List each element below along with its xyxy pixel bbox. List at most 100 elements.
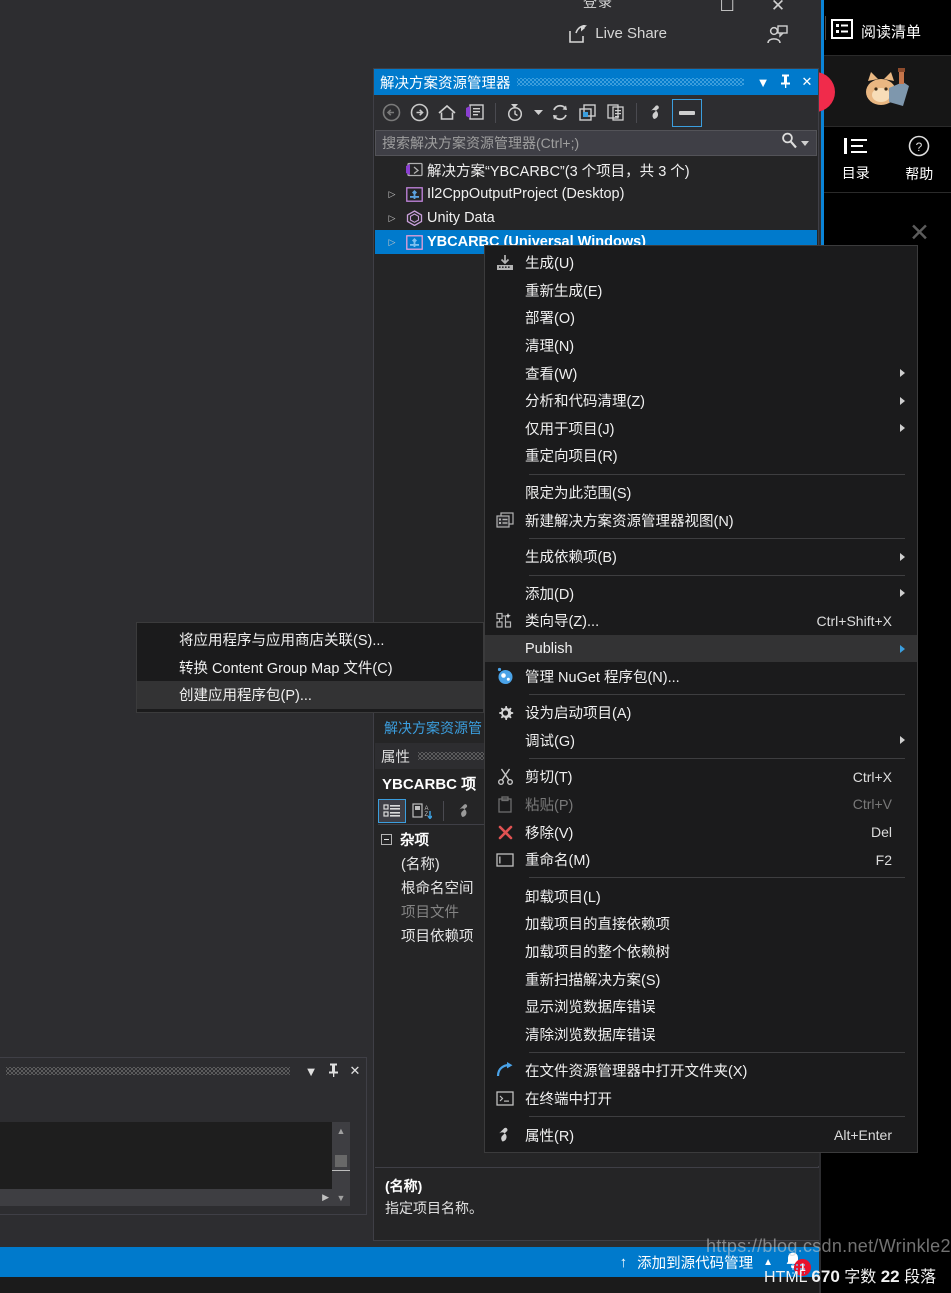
watermark-para-unit: 段落 xyxy=(904,1269,937,1286)
search-icon[interactable] xyxy=(781,132,798,154)
categorized-icon[interactable] xyxy=(378,798,406,823)
menu-item-rebuild[interactable]: 重新生成(E) xyxy=(485,277,917,305)
menu-item-rescan-solution[interactable]: 重新扫描解决方案(S) xyxy=(485,965,917,993)
menu-item-remove[interactable]: 移除(V) Del xyxy=(485,818,917,846)
menu-item-analyze[interactable]: 分析和代码清理(Z) xyxy=(485,387,917,415)
menu-item-set-as-startup-project[interactable]: 设为启动项目(A) xyxy=(485,699,917,727)
menu-item-shortcut: Ctrl+X xyxy=(852,768,892,785)
menu-item-label: 生成(U) xyxy=(525,256,575,273)
share-person-icon[interactable] xyxy=(765,24,789,46)
properties-wrench-icon[interactable] xyxy=(644,100,670,126)
menu-item-clear-browsing-db-errors[interactable]: 清除浏览数据库错误 xyxy=(485,1020,917,1048)
back-icon[interactable] xyxy=(378,100,404,126)
menu-item-shortcut: Ctrl+Shift+X xyxy=(816,612,892,629)
solution-icon[interactable] xyxy=(462,100,488,126)
close-icon[interactable]: ✕ xyxy=(909,218,930,248)
close-icon[interactable]: ✕ xyxy=(344,1063,366,1079)
scroll-right-icon[interactable]: ▶ xyxy=(322,1192,329,1203)
watermark-stats-prefix: HTML xyxy=(764,1269,807,1286)
menu-item-label: 重新扫描解决方案(S) xyxy=(525,972,661,989)
window-dropdown-icon[interactable]: ▼ xyxy=(752,75,774,90)
menu-item-label: 调试(G) xyxy=(525,733,575,750)
search-input[interactable]: 搜索解决方案资源管理器(Ctrl+;) xyxy=(375,130,817,156)
collapse-all-icon[interactable] xyxy=(575,100,601,126)
tree-row[interactable]: ▷ Il2CppOutputProject (Desktop) xyxy=(375,182,817,206)
pin-icon[interactable] xyxy=(322,1063,344,1080)
forward-icon[interactable] xyxy=(406,100,432,126)
window-dropdown-icon[interactable]: ▼ xyxy=(300,1064,322,1079)
alphabetical-sort-icon[interactable]: AZ xyxy=(408,799,436,823)
menu-item-add[interactable]: 添加(D) xyxy=(485,580,917,608)
scrollbar-thumb[interactable] xyxy=(335,1155,347,1167)
menu-item-build[interactable]: 生成(U) xyxy=(485,249,917,277)
reading-list-button[interactable]: 阅读清单 xyxy=(831,12,951,50)
avatar[interactable] xyxy=(824,56,951,126)
menu-item-manage-nuget[interactable]: 管理 NuGet 程序包(N)... xyxy=(485,662,917,690)
toolbar-separator-2 xyxy=(636,102,637,123)
menu-item-retarget[interactable]: 重定向项目(R) xyxy=(485,442,917,470)
tree-row-label: Unity Data xyxy=(427,210,495,226)
menu-item-view[interactable]: 查看(W) xyxy=(485,359,917,387)
login-label[interactable]: 登录 xyxy=(583,0,613,12)
upload-arrow-icon[interactable]: ↑ xyxy=(620,1254,628,1271)
menu-item-label: Publish xyxy=(525,640,573,657)
toc-button[interactable]: 目录 xyxy=(824,127,888,192)
tree-expander[interactable]: ▷ xyxy=(383,189,401,200)
menu-item-build-dependencies[interactable]: 生成依赖项(B) xyxy=(485,543,917,571)
menu-item-deploy[interactable]: 部署(O) xyxy=(485,304,917,332)
menu-item-scope-to-this[interactable]: 限定为此范围(S) xyxy=(485,479,917,507)
pending-changes-icon[interactable] xyxy=(503,100,529,126)
menu-separator xyxy=(529,758,905,760)
menu-item-debug[interactable]: 调试(G) xyxy=(485,727,917,755)
pin-icon[interactable] xyxy=(774,74,796,91)
property-pages-wrench-icon[interactable] xyxy=(451,799,479,823)
menu-item-properties[interactable]: 属性(R) Alt+Enter xyxy=(485,1121,917,1149)
help-button[interactable]: ? 帮助 xyxy=(888,127,951,192)
show-all-files-icon[interactable] xyxy=(603,100,629,126)
menu-item-clean[interactable]: 清理(N) xyxy=(485,332,917,360)
menu-item-paste[interactable]: 粘贴(P) Ctrl+V xyxy=(485,791,917,819)
menu-item-label: 显示浏览数据库错误 xyxy=(525,1000,656,1017)
menu-item-new-solution-explorer-view[interactable]: 新建解决方案资源管理器视图(N) xyxy=(485,506,917,534)
menu-item-shortcut: Del xyxy=(870,824,892,841)
menu-item-open-in-terminal[interactable]: 在终端中打开 xyxy=(485,1085,917,1113)
horizontal-scrollbar[interactable]: ▶ xyxy=(0,1189,332,1206)
menu-item-publish[interactable]: Publish xyxy=(485,634,917,663)
tree-expander[interactable]: ▷ xyxy=(383,237,401,248)
menu-item-label: 重命名(M) xyxy=(525,853,591,870)
close-icon[interactable]: ✕ xyxy=(755,0,801,16)
scroll-up-icon[interactable]: ▲ xyxy=(332,1122,350,1139)
menu-item-class-wizard[interactable]: 类向导(Z)... Ctrl+Shift+X xyxy=(485,607,917,635)
live-share-button[interactable]: Live Share xyxy=(568,23,667,43)
cpp-project-icon xyxy=(401,234,427,250)
search-dropdown-icon[interactable] xyxy=(798,134,812,152)
menu-item-load-entire-dependency-tree[interactable]: 加载项目的整个依赖树 xyxy=(485,938,917,966)
menu-item-unload-project[interactable]: 卸载项目(L) xyxy=(485,882,917,910)
scroll-down-icon[interactable]: ▼ xyxy=(332,1189,350,1206)
terminal-icon xyxy=(485,1091,525,1106)
submenu-item-convert-content-group-map[interactable]: 转换 Content Group Map 文件(C) xyxy=(137,654,483,682)
submenu-item-associate-app-with-store[interactable]: 将应用程序与应用商店关联(S)... xyxy=(137,626,483,654)
home-icon[interactable] xyxy=(434,100,460,126)
maximize-icon[interactable]: ☐ xyxy=(704,0,750,16)
collapse-icon[interactable] xyxy=(381,833,392,845)
menu-item-load-direct-dependencies[interactable]: 加载项目的直接依赖项 xyxy=(485,910,917,938)
tree-row[interactable]: 解决方案“YBCARBC”(3 个项目，共 3 个) xyxy=(375,158,817,182)
menu-item-cut[interactable]: 剪切(T) Ctrl+X xyxy=(485,763,917,791)
chevron-down-icon[interactable] xyxy=(531,100,545,126)
menu-item-open-folder-in-file-explorer[interactable]: 在文件资源管理器中打开文件夹(X) xyxy=(485,1057,917,1085)
menu-item-rename[interactable]: 重命名(M) F2 xyxy=(485,846,917,874)
vertical-scrollbar[interactable]: ▲ ▼ xyxy=(332,1122,350,1206)
title-bar: 登录 ☐ ✕ Live Share xyxy=(0,0,819,56)
tree-expander[interactable]: ▷ xyxy=(383,213,401,224)
close-icon[interactable]: ✕ xyxy=(796,74,818,90)
property-description: (名称) 指定项目名称。 xyxy=(375,1167,819,1240)
submenu-item-create-app-packages[interactable]: 创建应用程序包(P)... xyxy=(137,681,483,709)
tree-row[interactable]: ▷ Unity Data xyxy=(375,206,817,230)
menu-item-project-only[interactable]: 仅用于项目(J) xyxy=(485,415,917,443)
solution-explorer-tab[interactable]: 解决方案资源管 xyxy=(376,715,490,739)
refresh-icon[interactable] xyxy=(547,100,573,126)
wrench-icon xyxy=(485,1126,525,1144)
menu-item-show-browsing-db-errors[interactable]: 显示浏览数据库错误 xyxy=(485,993,917,1021)
preview-selected-items-icon[interactable] xyxy=(672,98,702,127)
